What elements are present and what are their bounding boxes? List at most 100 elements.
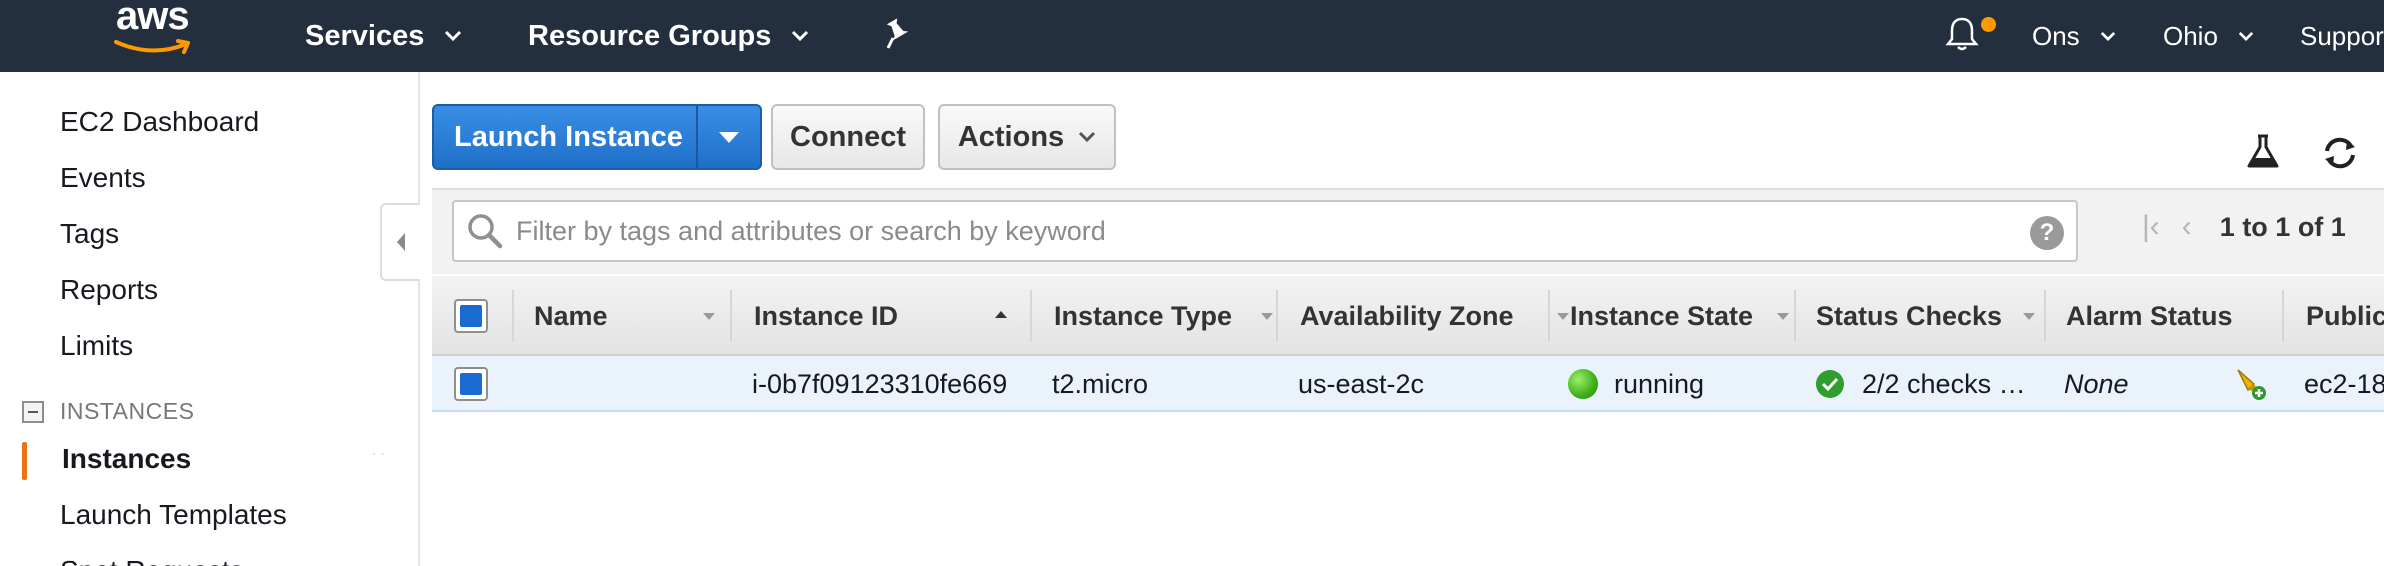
chevron-down-icon: [445, 30, 462, 42]
actions-label: Actions: [957, 120, 1065, 153]
sidebar: EC2 Dashboard Events Tags Reports Limits…: [0, 72, 420, 566]
cell-status-checks: 2/2 checks …: [1816, 356, 2026, 412]
sidebar-item-events[interactable]: Events: [60, 162, 146, 194]
sidebar-item-spot-requests[interactable]: Spot Requests: [60, 555, 244, 566]
pagination-count: 1 to 1 of 1: [2219, 211, 2346, 242]
aws-logo[interactable]: aws: [112, 0, 202, 62]
column-header-status-checks[interactable]: Status Checks: [1816, 276, 2046, 356]
column-header-label: Instance Type: [1054, 300, 1233, 331]
chevron-down-icon: [2100, 31, 2115, 41]
region-menu[interactable]: Ohio: [2163, 16, 2254, 56]
column-header-label: Name: [534, 300, 608, 331]
services-menu[interactable]: Services: [305, 16, 462, 56]
check-circle-icon: [1816, 370, 1844, 398]
column-divider: [1276, 290, 1278, 342]
resource-groups-menu[interactable]: Resource Groups: [528, 16, 809, 56]
sidebar-item-instances[interactable]: Instances: [62, 443, 191, 475]
collapse-section-icon[interactable]: [22, 400, 44, 423]
chevron-left-icon: [397, 233, 405, 251]
support-label: Suppor: [2300, 20, 2384, 51]
active-indicator: [22, 442, 27, 480]
resource-groups-label: Resource Groups: [528, 19, 772, 52]
sidebar-item-ec2-dashboard[interactable]: EC2 Dashboard: [60, 106, 259, 138]
select-all-checkbox[interactable]: [454, 299, 488, 333]
sidebar-item-reports[interactable]: Reports: [60, 274, 158, 306]
instance-state-text: running: [1614, 368, 1705, 399]
column-divider: [512, 290, 514, 342]
sidebar-divider: · ·: [372, 445, 386, 461]
cell-availability-zone: us-east-2c: [1298, 368, 1425, 399]
first-page-icon[interactable]: |‹: [2142, 210, 2160, 244]
previous-page-icon[interactable]: ‹: [2182, 210, 2192, 244]
column-header-label: Availability Zone: [1300, 300, 1514, 331]
column-header-public-dns[interactable]: Public: [2306, 276, 2384, 356]
sidebar-item-launch-templates[interactable]: Launch Templates: [60, 499, 287, 531]
column-header-instance-type[interactable]: Instance Type: [1054, 276, 1284, 356]
cell-instance-type: t2.micro: [1052, 368, 1149, 399]
column-header-label: Instance State: [1570, 300, 1754, 331]
search-input[interactable]: [516, 215, 2076, 247]
column-header-instance-state[interactable]: Instance State: [1570, 276, 1800, 356]
column-divider: [1794, 290, 1796, 342]
actions-button[interactable]: Actions: [938, 104, 1116, 170]
sidebar-section-instances[interactable]: INSTANCES: [22, 398, 194, 425]
sidebar-collapse-button[interactable]: [380, 203, 420, 281]
chevron-down-icon: [1079, 131, 1096, 143]
support-menu[interactable]: Suppor: [2300, 16, 2384, 56]
bell-plus-icon[interactable]: [2232, 366, 2268, 402]
chevron-down-icon: [2238, 31, 2254, 41]
cell-public-dns: ec2-18: [2304, 368, 2384, 399]
top-navigation-bar: aws Services Resource Groups Ons Ohio Su…: [0, 0, 2384, 72]
sort-caret-down-icon: [1777, 313, 1789, 320]
column-header-label: Alarm Status: [2066, 300, 2233, 331]
aws-smile-icon: [114, 39, 190, 54]
pin-icon[interactable]: [877, 16, 913, 52]
sort-caret-down-icon: [703, 313, 715, 320]
search-icon: [468, 214, 503, 249]
column-header-alarm-status[interactable]: Alarm Status: [2066, 276, 2233, 356]
filter-bar: ? |‹ ‹ 1 to 1 of 1: [432, 188, 2384, 274]
launch-instance-button[interactable]: Launch Instance: [432, 104, 762, 170]
flask-icon[interactable]: [2246, 134, 2280, 170]
row-checkbox[interactable]: [454, 367, 488, 401]
bell-icon[interactable]: [1942, 14, 1982, 54]
sort-caret-up-icon: [995, 311, 1007, 318]
sidebar-item-limits[interactable]: Limits: [60, 330, 133, 362]
chevron-down-icon: [792, 30, 809, 42]
help-icon[interactable]: ?: [2030, 216, 2064, 250]
connect-label: Connect: [790, 120, 906, 153]
table-header: Name Instance ID Instance Type Availabil…: [432, 276, 2384, 356]
cell-alarm-status: None: [2064, 368, 2129, 399]
column-header-label: Instance ID: [754, 300, 899, 331]
sort-caret-down-icon: [1261, 313, 1273, 320]
column-header-label: Status Checks: [1816, 300, 2003, 331]
column-divider: [730, 290, 732, 342]
caret-down-icon: [719, 132, 739, 143]
column-header-name[interactable]: Name: [534, 276, 724, 356]
column-header-label: Public: [2306, 300, 2384, 331]
notification-badge: [1981, 17, 1996, 32]
cell-instance-id: i-0b7f09123310fe669: [752, 368, 1008, 399]
connect-button[interactable]: Connect: [771, 104, 925, 170]
column-divider: [1548, 290, 1550, 342]
table-row[interactable]: i-0b7f09123310fe669 t2.micro us-east-2c …: [432, 356, 2384, 412]
aws-logo-text: aws: [116, 0, 190, 38]
account-label: Ons: [2032, 20, 2080, 51]
refresh-icon[interactable]: [2320, 134, 2360, 172]
region-label: Ohio: [2163, 20, 2218, 51]
launch-instance-dropdown[interactable]: [696, 106, 760, 168]
column-divider: [1030, 290, 1032, 342]
column-header-availability-zone[interactable]: Availability Zone: [1300, 276, 1580, 356]
sort-caret-down-icon: [2023, 313, 2035, 320]
launch-instance-label: Launch Instance: [454, 120, 683, 153]
search-field[interactable]: ?: [452, 200, 2078, 262]
sidebar-section-label: INSTANCES: [60, 398, 195, 424]
column-header-instance-id[interactable]: Instance ID: [754, 276, 1044, 356]
sidebar-item-tags[interactable]: Tags: [60, 218, 119, 250]
cell-instance-state: running: [1568, 356, 1704, 412]
account-menu[interactable]: Ons: [2032, 16, 2116, 56]
column-divider: [2044, 290, 2046, 342]
column-divider: [2282, 290, 2284, 342]
pagination: |‹ ‹ 1 to 1 of 1: [2142, 210, 2346, 244]
services-label: Services: [305, 19, 425, 52]
